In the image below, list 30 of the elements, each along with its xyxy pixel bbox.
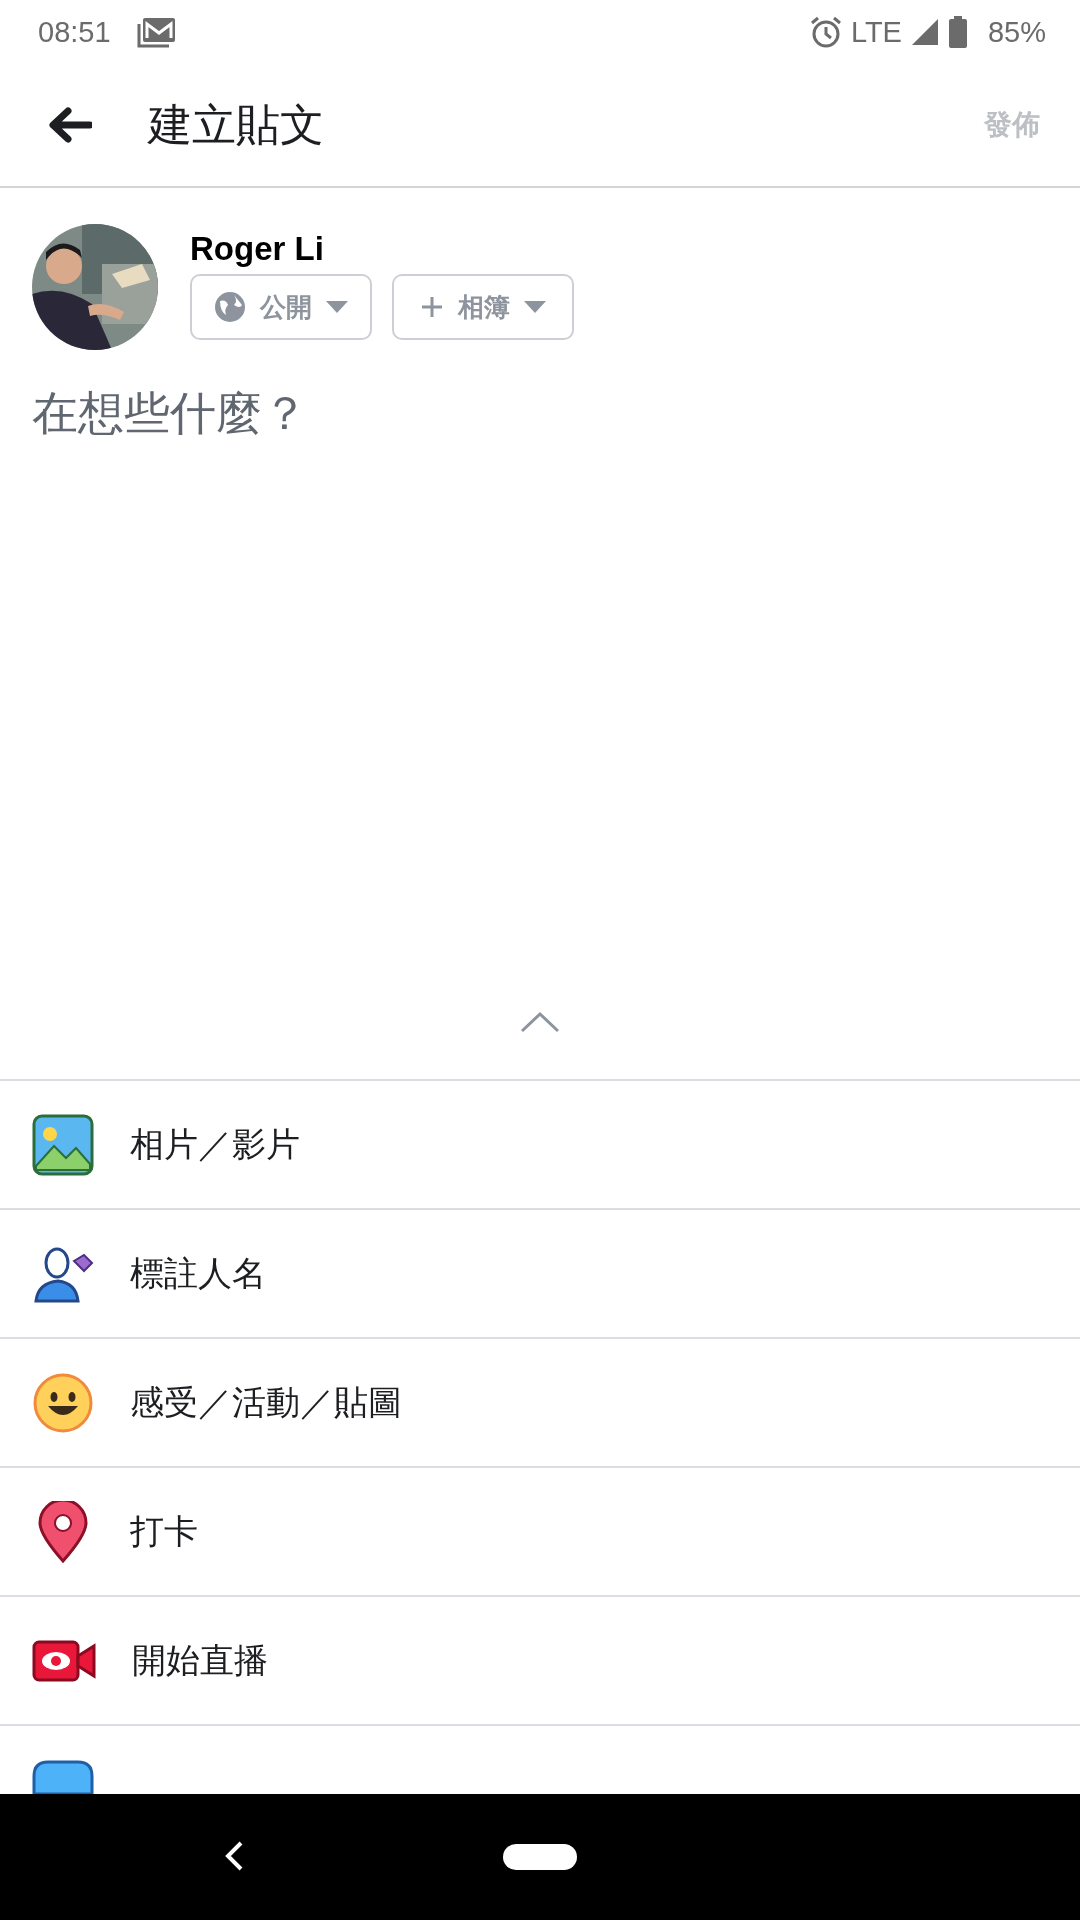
page-title: 建立貼文	[148, 97, 324, 152]
action-label: 開始直播	[132, 1638, 268, 1682]
home-button[interactable]	[503, 1844, 577, 1870]
audience-label: 公開	[260, 290, 312, 324]
battery-icon	[947, 16, 968, 48]
photo-icon	[32, 1113, 94, 1176]
alarm-icon	[808, 15, 843, 49]
battery-percentage: 85%	[987, 15, 1046, 49]
action-label: 相片／影片	[130, 1122, 300, 1166]
smiley-icon	[32, 1371, 94, 1434]
action-label: 打卡	[130, 1509, 198, 1553]
chevron-up-icon[interactable]	[520, 1011, 560, 1033]
action-row[interactable]: 相片／影片	[0, 1079, 1080, 1208]
action-label: 感受／活動／貼圖	[130, 1380, 402, 1424]
user-name: Roger Li	[190, 230, 325, 268]
action-row[interactable]: 感受／活動／貼圖	[0, 1337, 1080, 1466]
mail-icon	[136, 16, 177, 48]
plus-icon	[420, 295, 444, 319]
action-row[interactable]: 開始直播	[0, 1595, 1080, 1724]
back-arrow-icon[interactable]	[48, 107, 92, 143]
album-label: 相簿	[458, 290, 510, 324]
status-time: 08:51	[38, 15, 111, 49]
action-row[interactable]: 打卡	[0, 1466, 1080, 1595]
action-label: 標註人名	[130, 1251, 266, 1295]
caret-icon	[326, 301, 348, 313]
action-row[interactable]: 標註人名	[0, 1208, 1080, 1337]
network-label: LTE	[850, 15, 902, 49]
caret-icon	[524, 301, 546, 313]
globe-icon	[214, 291, 246, 323]
back-icon[interactable]	[224, 1840, 244, 1872]
